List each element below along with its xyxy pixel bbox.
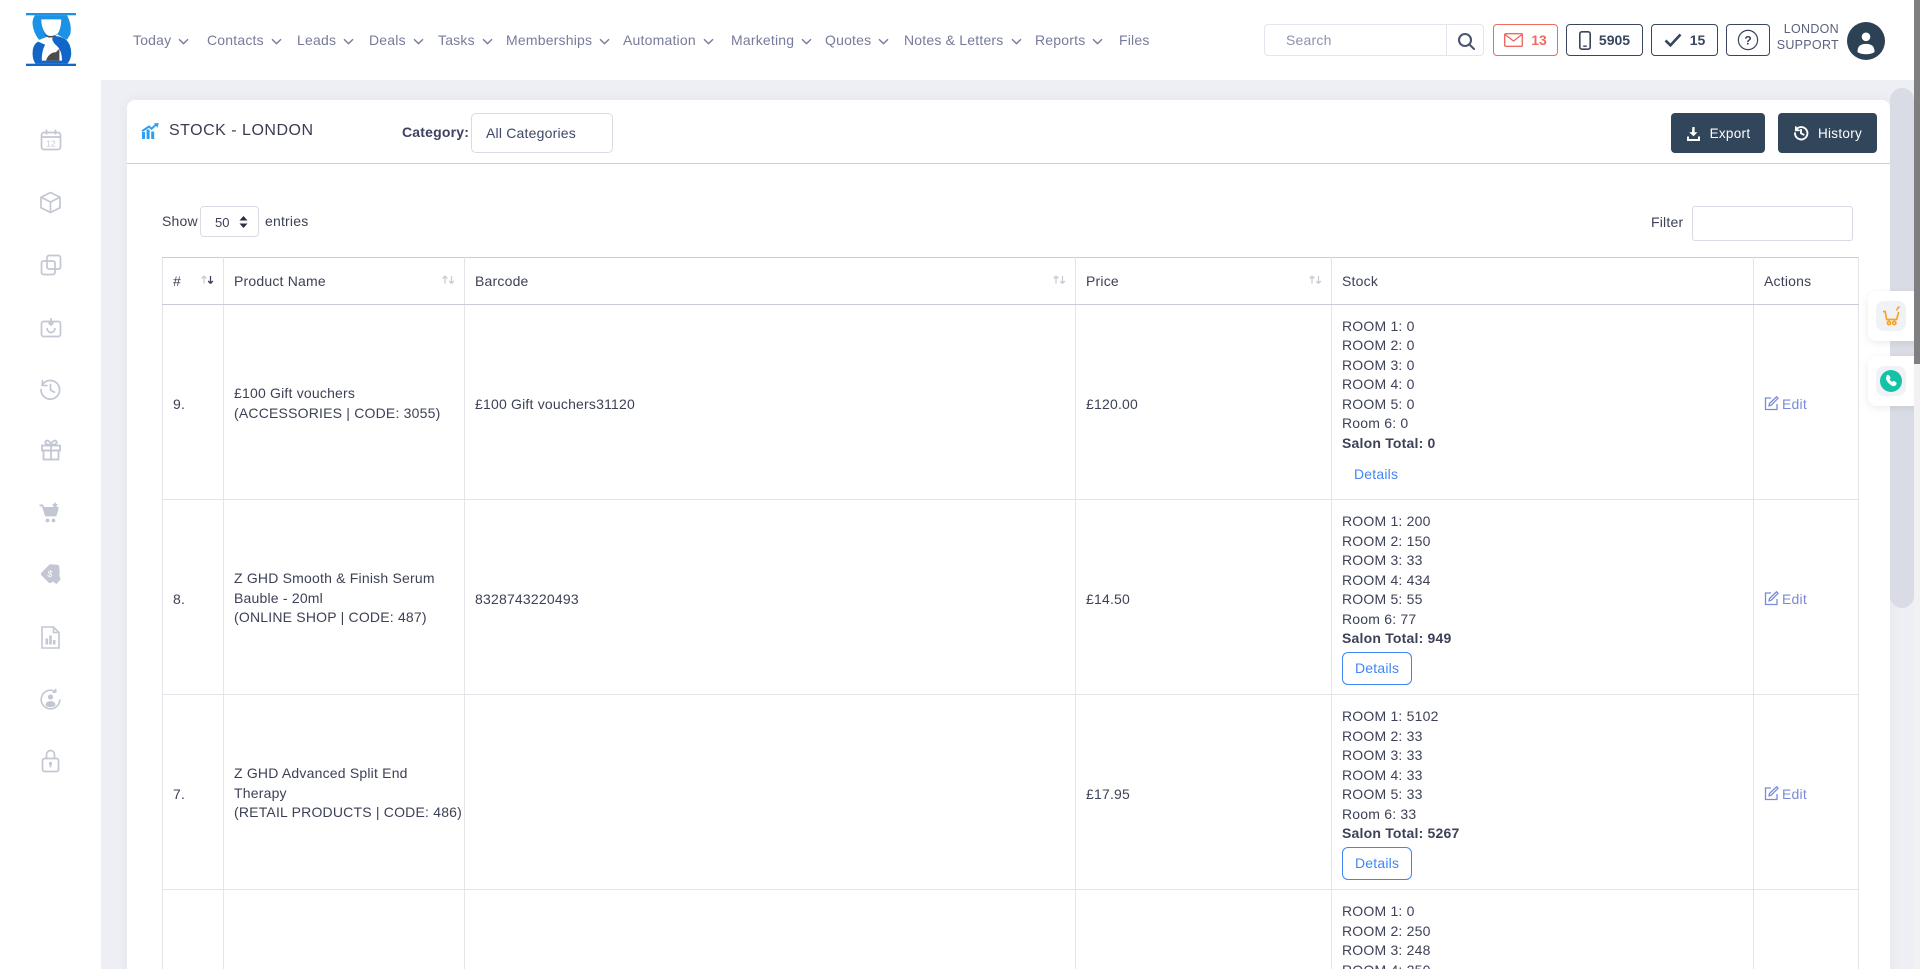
svg-text:12: 12 xyxy=(46,139,56,149)
